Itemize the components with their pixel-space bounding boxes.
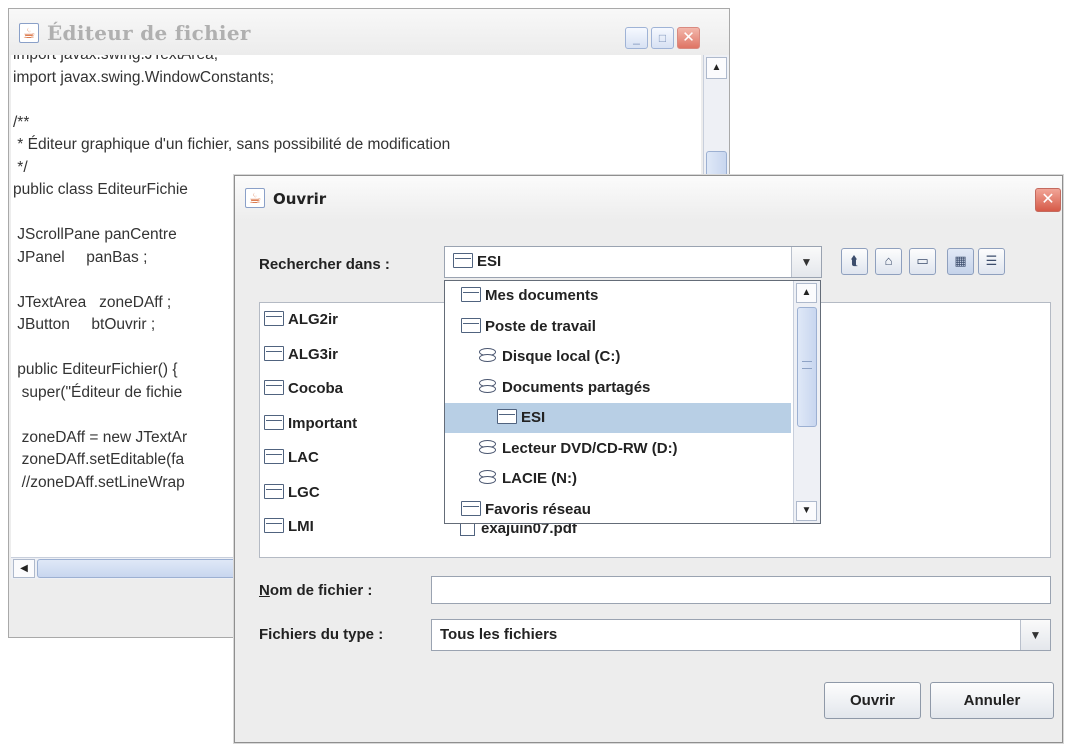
look-in-dropdown-list[interactable]: Favoris réseau LACIE (N:) Lecteur DVD/CD-R…: [444, 280, 821, 524]
folder-icon: [497, 409, 517, 424]
home-button[interactable]: ⌂: [875, 248, 902, 275]
dropdown-item[interactable]: Favoris réseau: [445, 495, 791, 525]
folder-icon: [264, 345, 284, 361]
list-item-label: LGC: [288, 483, 320, 501]
scrollbar-thumb[interactable]: [37, 559, 247, 578]
list-item-label: LMI: [288, 518, 314, 535]
filename-label: Nom de fichier :: [259, 582, 373, 599]
dropdown-item-label: LACIE (N:): [502, 470, 577, 487]
list-item-label: Important: [288, 414, 358, 432]
dropdown-item[interactable]: Poste de travail: [445, 312, 791, 342]
drive-icon: [479, 378, 496, 394]
look-in-value: ESI: [477, 253, 502, 270]
list-item[interactable]: ALG2ir: [264, 311, 338, 328]
filetype-combo[interactable]: Tous les fichiers ▼: [431, 619, 1051, 651]
cancel-button[interactable]: Annuler: [930, 682, 1054, 719]
dropdown-item-label: Disque local (C:): [502, 348, 621, 365]
list-item[interactable]: Cocoba: [264, 380, 343, 397]
new-folder-button[interactable]: ▭: [909, 248, 936, 275]
look-in-label: Rechercher dans :: [259, 256, 390, 273]
look-in-combo[interactable]: ESI ▼: [444, 246, 822, 278]
dialog-titlebar[interactable]: ☕ Ouvrir ✕: [235, 176, 1062, 220]
list-item-label: LAC: [288, 449, 319, 466]
folder-icon: [264, 483, 284, 499]
folder-icon: [264, 449, 284, 464]
dropdown-item[interactable]: ESI: [445, 403, 791, 433]
dropdown-item[interactable]: Disque local (C:): [445, 342, 791, 372]
dropdown-item[interactable]: Mes documents: [445, 281, 791, 311]
list-view-button[interactable]: ▦: [947, 248, 974, 275]
dropdown-item[interactable]: Lecteur DVD/CD-RW (D:): [445, 434, 791, 464]
dropdown-item-label: ESI: [521, 409, 546, 426]
list-item[interactable]: Important: [264, 414, 358, 432]
close-button[interactable]: ✕: [677, 27, 700, 49]
dropdown-item-label: Mes documents: [485, 287, 599, 304]
dropdown-item-label: Documents partagés: [502, 378, 651, 396]
list-item[interactable]: LAC: [264, 449, 319, 466]
folder-icon: [461, 500, 481, 516]
code-line: /**: [13, 113, 30, 131]
list-item-label: ALG2ir: [288, 311, 339, 328]
scrollbar-grip: [802, 361, 812, 369]
list-item-label: ALG3ir: [288, 345, 339, 363]
scroll-down-arrow-icon[interactable]: ▼: [796, 501, 817, 521]
dropdown-item[interactable]: LACIE (N:): [445, 464, 791, 494]
filetype-value: Tous les fichiers: [440, 626, 558, 643]
dropdown-item-label: Poste de travail: [485, 317, 596, 335]
minimize-button[interactable]: _: [625, 27, 648, 49]
scroll-up-arrow-icon[interactable]: ▲: [796, 283, 817, 303]
dialog-close-button[interactable]: ✕: [1035, 188, 1061, 212]
scroll-left-arrow-icon[interactable]: ◀: [13, 559, 35, 578]
folder-icon: [264, 414, 284, 430]
java-cup-icon: ☕: [245, 188, 265, 208]
drive-icon: [479, 470, 496, 485]
dropdown-item-label: Favoris réseau: [485, 500, 591, 518]
list-item[interactable]: LGC: [264, 483, 320, 501]
maximize-button[interactable]: □: [651, 27, 674, 49]
folder-icon: [264, 380, 284, 395]
folder-icon: [453, 253, 473, 268]
scroll-up-arrow-icon[interactable]: ▲: [706, 57, 727, 79]
list-item[interactable]: ALG3ir: [264, 345, 339, 363]
code-line: import javax.swing.WindowConstants;: [13, 68, 275, 86]
folder-icon: [461, 287, 481, 302]
drive-icon: [479, 439, 496, 455]
folder-icon: [461, 317, 481, 333]
editor-titlebar[interactable]: ☕ Éditeur de fichier _ □ ✕: [9, 9, 729, 55]
dialog-title: Ouvrir: [273, 190, 327, 208]
list-item[interactable]: LMI: [264, 518, 314, 535]
up-one-level-button[interactable]: ⮬: [841, 248, 868, 275]
list-item-label: Cocoba: [288, 380, 344, 397]
java-cup-icon: ☕: [19, 23, 39, 43]
open-button[interactable]: Ouvrir: [824, 682, 921, 719]
dropdown-scrollbar[interactable]: ▲ ▼: [793, 281, 820, 523]
dropdown-item[interactable]: Documents partagés: [445, 373, 791, 403]
code-line: * Éditeur graphique d'un fichier, sans p…: [13, 136, 451, 153]
dropdown-item-label: Lecteur DVD/CD-RW (D:): [502, 439, 678, 457]
filename-input[interactable]: [431, 576, 1051, 604]
editor-title: Éditeur de fichier: [47, 21, 251, 45]
open-dialog: ☕ Ouvrir ✕ Rechercher dans : ESI ▼ ⮬ ⌂ ▭…: [234, 175, 1063, 743]
details-view-button[interactable]: ☰: [978, 248, 1005, 275]
filetype-label: Fichiers du type :: [259, 626, 384, 643]
folder-icon: [264, 518, 284, 533]
folder-icon: [264, 311, 284, 326]
code-line: import javax.swing.JTextArea;: [11, 55, 701, 67]
drive-icon: [479, 348, 496, 363]
chevron-down-icon[interactable]: ▼: [791, 247, 821, 277]
chevron-down-icon[interactable]: ▼: [1020, 620, 1050, 650]
